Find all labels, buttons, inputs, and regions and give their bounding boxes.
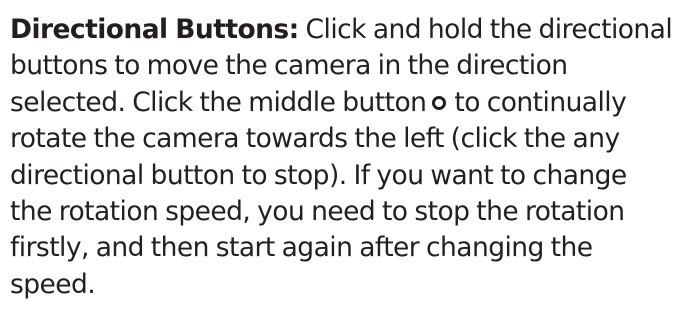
text-line: speed. — [10, 268, 96, 300]
circle-icon — [432, 95, 447, 110]
text-line: Directional Buttons: Click and hold the … — [10, 12, 689, 48]
text-line: rotate the camera towards the left (clic… — [10, 123, 620, 155]
text-segment: to continually — [454, 86, 627, 118]
text-segment: selected. Click the middle button — [10, 86, 427, 118]
text-segment: Click and hold the directional — [298, 14, 673, 45]
text-line: the rotation speed, you need to stop the… — [10, 195, 625, 227]
section-heading: Directional Buttons: — [10, 14, 299, 45]
text-line: buttons to move the camera in the direct… — [10, 50, 568, 82]
text-line: selected. Click the middle button to cont… — [10, 85, 689, 121]
text-line: firstly, and then start again after chan… — [10, 232, 593, 264]
text-line: directional button to stop). If you want… — [10, 159, 627, 191]
instruction-paragraph: Directional Buttons: Click and hold the … — [10, 12, 689, 303]
